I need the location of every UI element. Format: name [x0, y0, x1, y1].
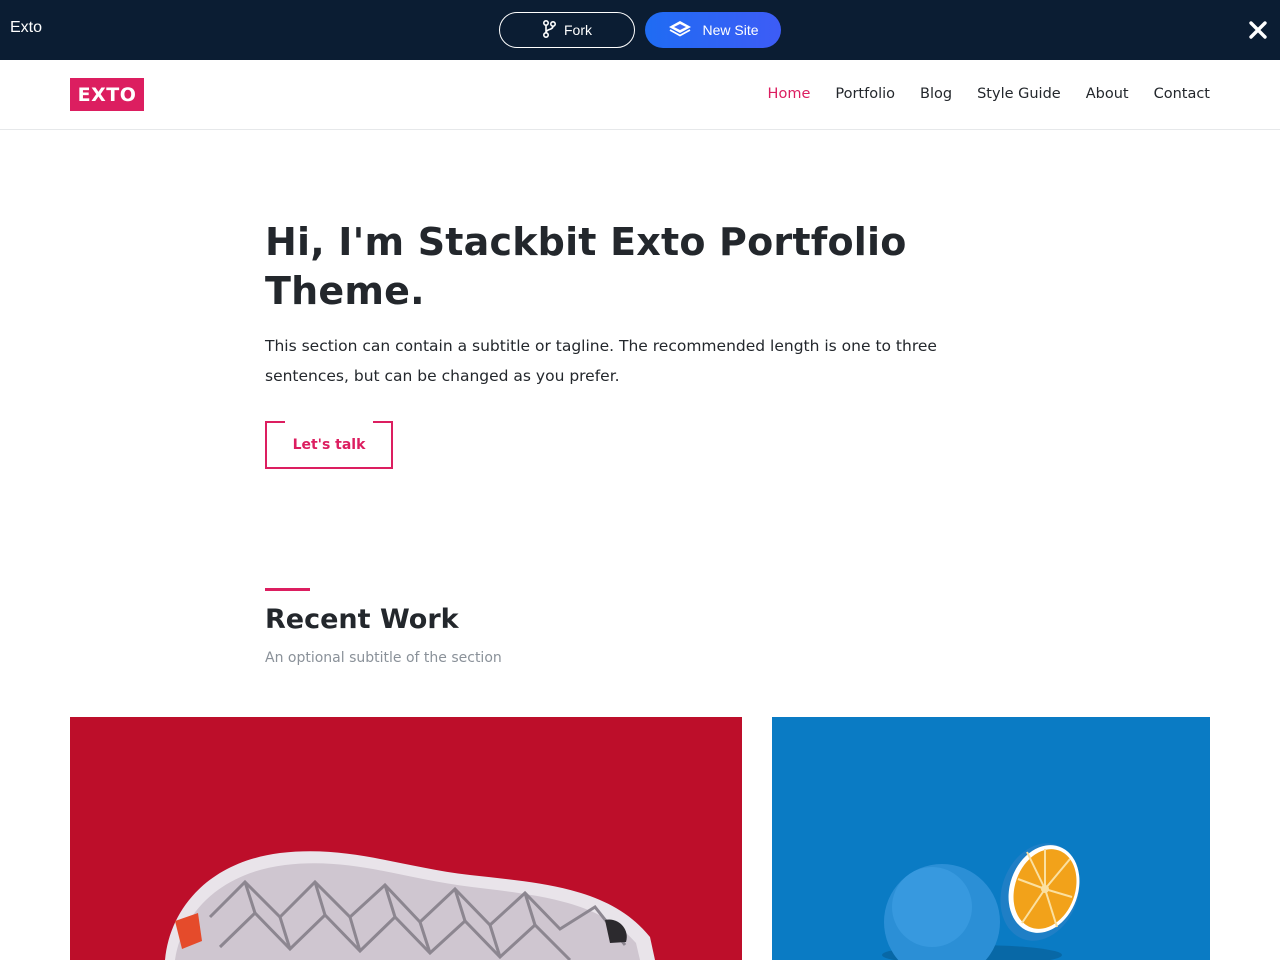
section-accent-rule [265, 588, 310, 591]
red-sneaker-sole-image [70, 717, 742, 960]
hero-subtitle: This section can contain a subtitle or t… [265, 337, 937, 385]
git-fork-icon [542, 19, 557, 41]
portfolio-item-fruit[interactable] [772, 717, 1210, 960]
nav-item-portfolio[interactable]: Portfolio [835, 86, 895, 102]
lets-talk-button[interactable]: Let's talk [265, 421, 393, 469]
site-logo[interactable]: EXTO [70, 78, 144, 111]
new-site-label: New Site [702, 22, 759, 38]
portfolio-item-sneaker[interactable] [70, 717, 742, 960]
button-border-gap [285, 421, 373, 423]
main-nav: Home Portfolio Blog Style Guide About Co… [768, 86, 1210, 102]
button-border-gap [285, 467, 373, 469]
close-icon[interactable] [1246, 18, 1270, 42]
hero-title: Hi, I'm Stackbit Exto Portfolio Theme. [265, 220, 907, 313]
section-title: Recent Work [265, 604, 459, 635]
layers-icon [667, 19, 693, 42]
new-site-button[interactable]: New Site [645, 12, 781, 48]
nav-item-contact[interactable]: Contact [1154, 86, 1210, 102]
nav-item-home[interactable]: Home [768, 86, 811, 102]
nav-item-blog[interactable]: Blog [920, 86, 952, 102]
fork-label: Fork [564, 22, 592, 38]
fork-button[interactable]: Fork [499, 12, 635, 48]
site-header: EXTO Home Portfolio Blog Style Guide Abo… [0, 60, 1280, 130]
nav-item-about[interactable]: About [1086, 86, 1129, 102]
lets-talk-label: Let's talk [292, 437, 366, 453]
section-subtitle: An optional subtitle of the section [265, 650, 502, 666]
toolbar-title: Exto [10, 19, 43, 36]
preview-toolbar: Exto Fork New Site [0, 0, 1280, 60]
nav-item-style-guide[interactable]: Style Guide [977, 86, 1061, 102]
blue-orange-fruit-image [772, 717, 1210, 960]
